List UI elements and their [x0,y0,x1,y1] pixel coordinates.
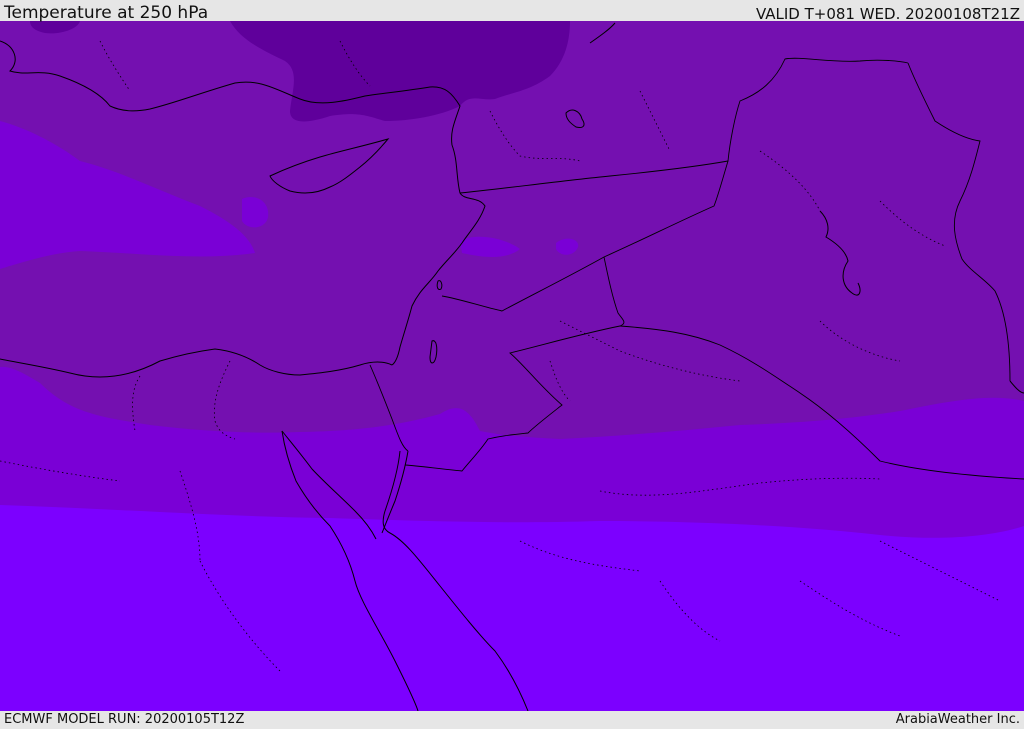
model-run: ECMWF MODEL RUN: 20200105T12Z [4,712,245,727]
temperature-band-warm [0,505,1024,711]
map-view[interactable] [0,21,1024,711]
credit: ArabiaWeather Inc. [895,712,1020,727]
map-header: Temperature at 250 hPa VALID T+081 WED. … [0,0,1024,23]
temperature-map [0,21,1024,711]
map-footer: ECMWF MODEL RUN: 20200105T12Z ArabiaWeat… [0,711,1024,729]
valid-time: VALID T+081 WED. 20200108T21Z [755,5,1020,23]
map-title: Temperature at 250 hPa [4,3,209,23]
